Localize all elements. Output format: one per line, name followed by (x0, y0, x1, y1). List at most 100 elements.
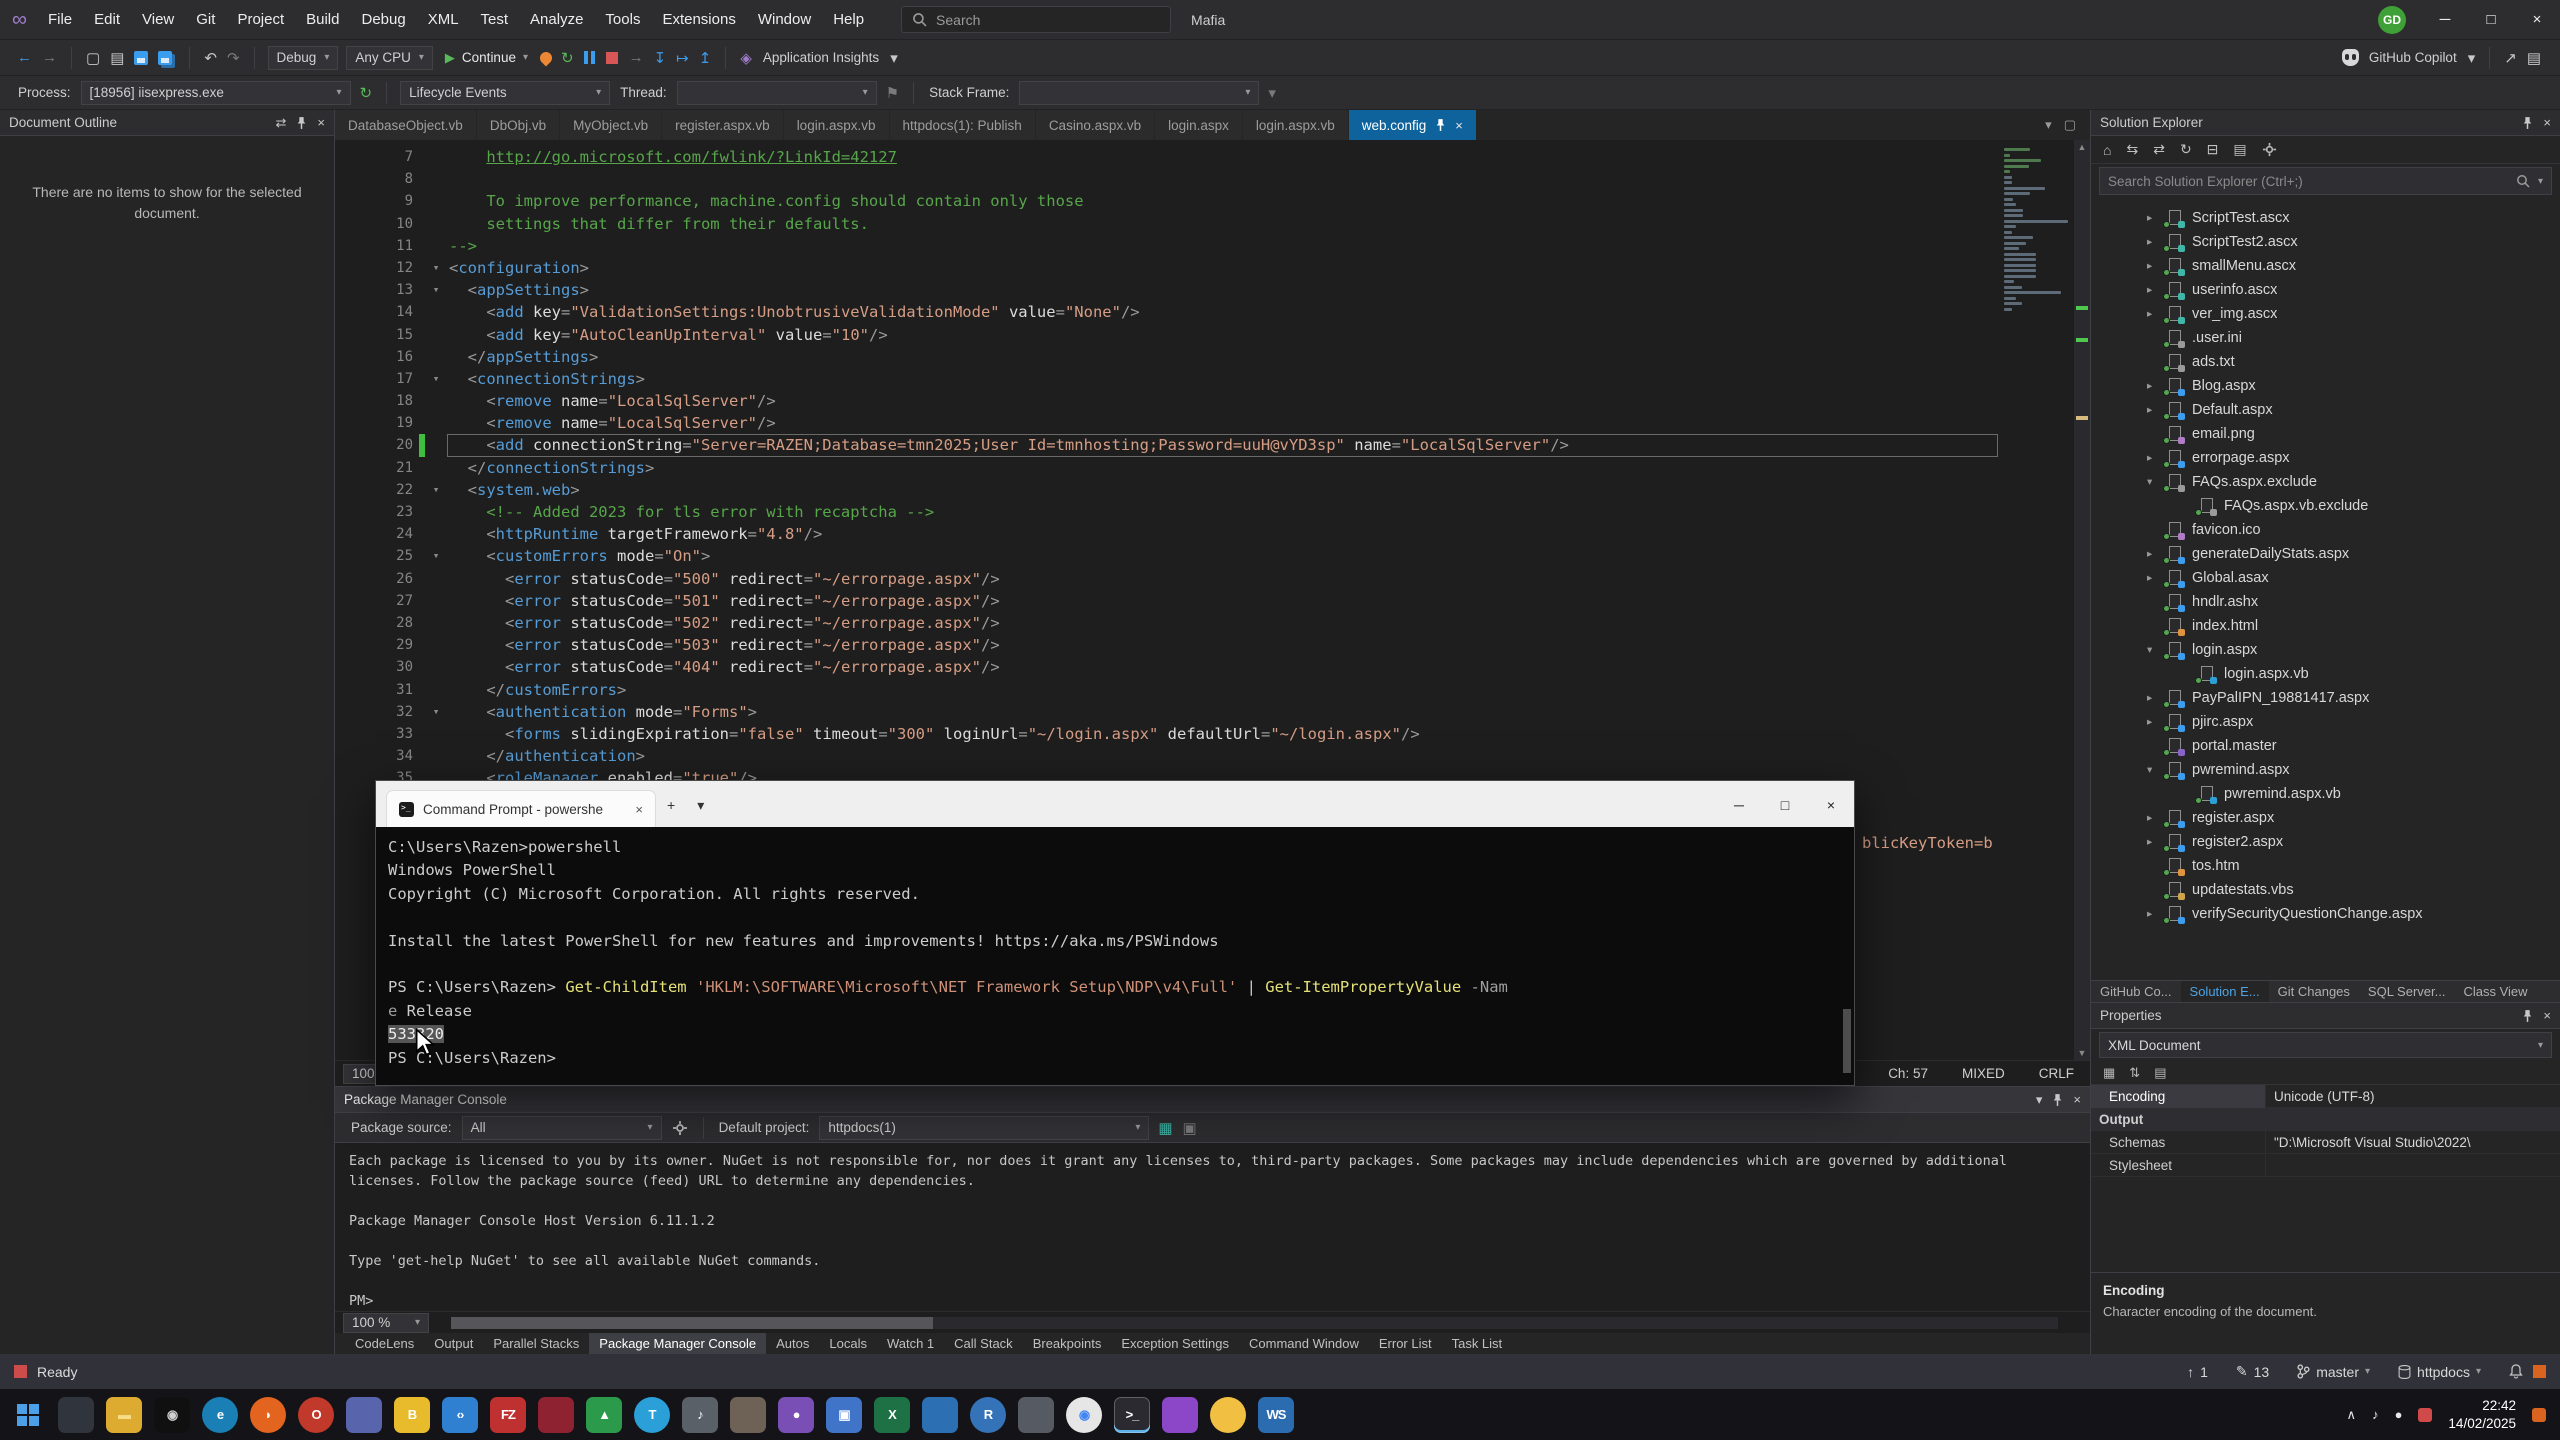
breakpoint-margin[interactable] (335, 545, 361, 567)
tree-item[interactable]: email.png (2091, 422, 2560, 446)
taskbar-bee-app-icon[interactable]: B (394, 1397, 430, 1433)
breakpoint-margin[interactable] (335, 235, 361, 257)
breakpoint-margin[interactable] (335, 501, 361, 523)
taskbar-discord-icon[interactable] (346, 1397, 382, 1433)
properties-icon[interactable] (2262, 142, 2277, 157)
open-file-icon[interactable]: ▤ (105, 49, 129, 67)
taskbar-excel-icon[interactable]: X (874, 1397, 910, 1433)
show-next-statement-icon[interactable]: → (624, 49, 649, 66)
taskbar-audio-app-icon[interactable]: ♪ (682, 1397, 718, 1433)
tree-item[interactable]: login.aspx.vb (2091, 662, 2560, 686)
tree-item[interactable]: FAQs.aspx.vb.exclude (2091, 494, 2560, 518)
tree-item[interactable]: ▸Blog.aspx (2091, 374, 2560, 398)
taskbar-potion-app-icon[interactable] (1162, 1397, 1198, 1433)
breakpoint-margin[interactable] (335, 723, 361, 745)
tree-item[interactable]: ▸Global.asax (2091, 566, 2560, 590)
window-position-icon[interactable]: ▾ (2036, 1092, 2043, 1108)
terminal-tab[interactable]: Command Prompt - powershe × (386, 790, 656, 827)
solution-platform-dropdown[interactable]: Any CPU▾ (346, 46, 433, 70)
chevron-down-icon[interactable]: ▾ (885, 49, 903, 67)
close-icon[interactable]: × (2543, 1008, 2551, 1023)
breakpoint-margin[interactable] (335, 301, 361, 323)
flag-icon[interactable]: ⚑ (881, 84, 904, 102)
editor-tab[interactable]: Casino.aspx.vb (1036, 110, 1154, 140)
tray-volume-icon[interactable]: ♪ (2372, 1407, 2379, 1422)
breakpoint-margin[interactable] (335, 767, 361, 789)
tree-item[interactable]: ▾pwremind.aspx (2091, 758, 2560, 782)
editor-tab[interactable]: login.aspx.vb (784, 110, 889, 140)
menu-extensions[interactable]: Extensions (651, 0, 746, 40)
editor-tab[interactable]: MyObject.vb (560, 110, 661, 140)
console-output[interactable]: Each package is licensed to you by its o… (335, 1143, 2090, 1311)
thread-dropdown[interactable]: ▾ (677, 81, 877, 105)
taskbar-app-gray-icon[interactable] (1018, 1397, 1054, 1433)
tool-tab-solution-e-[interactable]: Solution E... (2181, 981, 2269, 1003)
taskbar-clock[interactable]: 22:4214/02/2025 (2448, 1397, 2516, 1432)
menu-git[interactable]: Git (185, 0, 226, 40)
stop-icon[interactable]: ▣ (1178, 1119, 1202, 1137)
tray-app-red-icon[interactable] (2418, 1408, 2432, 1422)
navigate-back-icon[interactable]: ← (12, 49, 37, 66)
alphabetical-icon[interactable]: ⇅ (2129, 1065, 2140, 1081)
background-task-icon[interactable] (14, 1365, 27, 1378)
bottom-tab-call-stack[interactable]: Call Stack (944, 1333, 1023, 1354)
taskbar-opera-icon[interactable]: O (298, 1397, 334, 1433)
breakpoint-margin[interactable] (335, 146, 361, 168)
pending-edits[interactable]: ✎ 13 (2236, 1363, 2269, 1380)
taskbar-google-drive-icon[interactable]: ▲ (586, 1397, 622, 1433)
taskbar-obs-studio-icon[interactable]: ◉ (154, 1397, 190, 1433)
pin-icon[interactable] (296, 116, 307, 130)
new-file-icon[interactable]: ▢ (81, 49, 105, 67)
tree-item[interactable]: portal.master (2091, 734, 2560, 758)
taskbar-start-icon[interactable] (10, 1397, 46, 1433)
bottom-tab-autos[interactable]: Autos (766, 1333, 819, 1354)
minimap[interactable] (1999, 144, 2073, 1060)
pin-icon[interactable] (2522, 1009, 2533, 1023)
stack-frame-dropdown[interactable]: ▾ (1019, 81, 1259, 105)
github-copilot-label[interactable]: GitHub Copilot (2363, 50, 2463, 65)
menu-build[interactable]: Build (295, 0, 350, 40)
git-branch[interactable]: master▾ (2297, 1364, 2370, 1380)
breakpoint-margin[interactable] (335, 634, 361, 656)
undo-icon[interactable]: ↶ (199, 49, 222, 67)
bottom-tab-codelens[interactable]: CodeLens (345, 1333, 424, 1354)
home-icon[interactable]: ⌂ (2103, 142, 2111, 158)
hot-reload-icon[interactable] (538, 49, 555, 66)
fold-icon[interactable]: ▾ (425, 545, 447, 567)
close-icon[interactable]: × (2543, 115, 2551, 130)
tray-network-icon[interactable]: ● (2395, 1407, 2403, 1422)
ide-search-box[interactable]: Search (901, 6, 1171, 33)
taskbar-app-dark-icon[interactable] (58, 1397, 94, 1433)
fold-icon[interactable]: ▾ (425, 368, 447, 390)
action-center-icon[interactable] (2532, 1408, 2546, 1422)
bottom-tab-task-list[interactable]: Task List (1442, 1333, 1513, 1354)
editor-tab[interactable]: web.config× (1349, 110, 1476, 140)
solution-configuration-dropdown[interactable]: Debug▾ (268, 46, 339, 70)
tree-item[interactable]: ▾FAQs.aspx.exclude (2091, 470, 2560, 494)
close-icon[interactable]: × (2073, 1092, 2081, 1107)
tree-item[interactable]: ▸register2.aspx (2091, 830, 2560, 854)
step-over-icon[interactable]: ↦ (671, 49, 694, 67)
close-button[interactable]: × (2514, 0, 2560, 40)
github-copilot-icon[interactable] (2342, 49, 2359, 66)
bottom-tab-parallel-stacks[interactable]: Parallel Stacks (483, 1333, 589, 1354)
toolbar-options-icon[interactable]: ▾ (1263, 84, 1281, 102)
menu-file[interactable]: File (37, 0, 83, 40)
chevron-down-icon[interactable]: ▾ (2463, 49, 2481, 67)
save-all-icon[interactable] (158, 51, 172, 65)
menu-debug[interactable]: Debug (350, 0, 416, 40)
menu-help[interactable]: Help (822, 0, 875, 40)
breakpoint-margin[interactable] (335, 213, 361, 235)
clear-console-icon[interactable]: ▦ (1153, 1119, 1177, 1137)
terminal-scrollbar[interactable] (1841, 831, 1853, 1081)
menu-view[interactable]: View (131, 0, 185, 40)
tree-item[interactable]: ▸userinfo.ascx (2091, 278, 2560, 302)
tree-item[interactable]: ▸errorpage.aspx (2091, 446, 2560, 470)
tree-item[interactable]: ▸verifySecurityQuestionChange.aspx (2091, 902, 2560, 926)
package-source-dropdown[interactable]: All▾ (462, 1116, 662, 1140)
tree-item[interactable]: ▸register.aspx (2091, 806, 2560, 830)
stop-debugging-icon[interactable] (606, 52, 618, 64)
menu-xml[interactable]: XML (417, 0, 470, 40)
taskbar-paw-app-icon[interactable]: ● (778, 1397, 814, 1433)
breakpoint-margin[interactable] (335, 656, 361, 678)
